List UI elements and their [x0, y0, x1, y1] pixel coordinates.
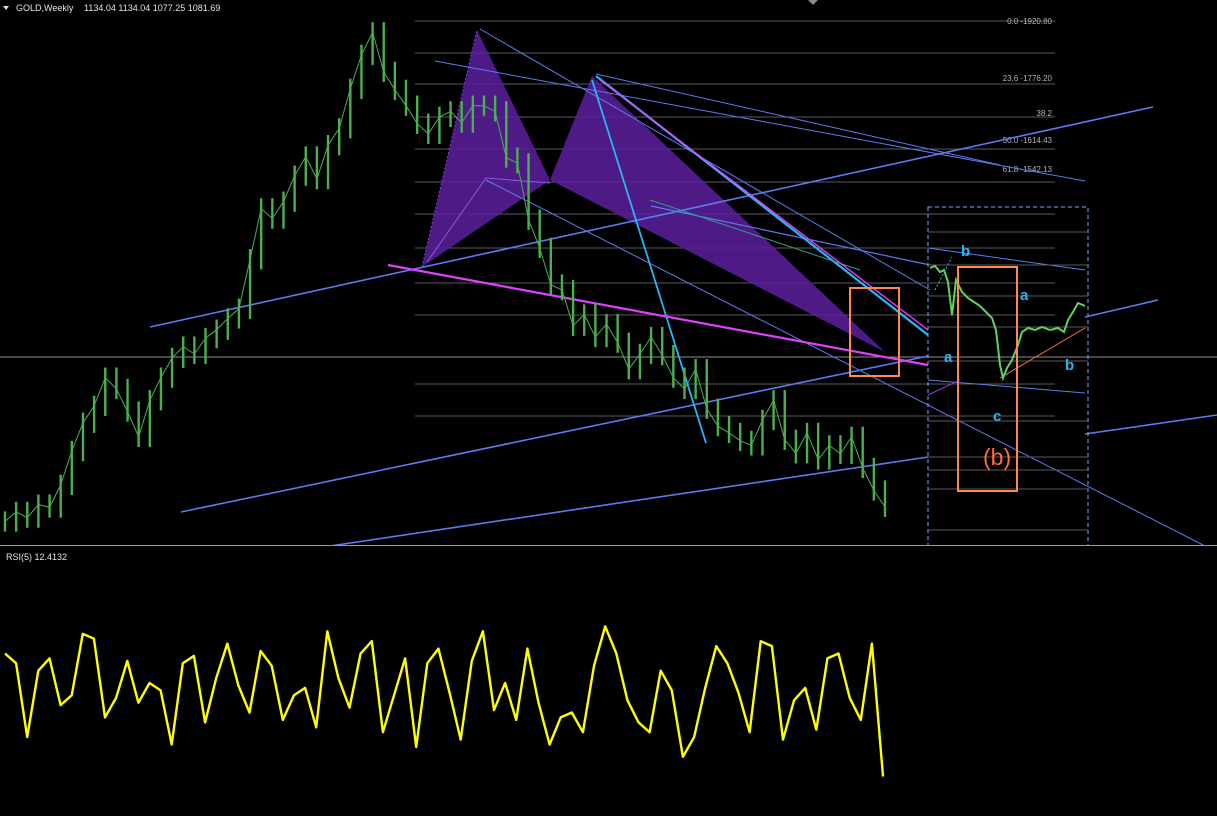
wave-label: a: [944, 349, 953, 366]
fib-level-label: 0.0 -1920.80: [1007, 17, 1052, 26]
ohlc-readout: 1134.04 1134.04 1077.25 1081.69: [84, 3, 220, 13]
rsi-label: RSI(5) 12.4132: [6, 552, 67, 562]
price-chart-pane[interactable]: GOLD,Weekly 1134.04 1134.04 1077.25 1081…: [0, 0, 1217, 546]
fib-level-label: 23.6 -1776.20: [1003, 74, 1053, 83]
wave-label: a: [1020, 287, 1029, 304]
trend-lines-blue: [149, 28, 1217, 546]
wave-label: b: [1065, 357, 1074, 374]
wave-label: c: [993, 408, 1001, 425]
symbol-label: GOLD,Weekly: [16, 3, 74, 13]
fib-level-label: 38.2: [1036, 109, 1052, 118]
wave-label-b-bracket: (b): [983, 444, 1011, 470]
projection-box: [927, 206, 1089, 546]
fib-level-label: 61.8 -1542.13: [1003, 165, 1053, 174]
harmonic-pattern: [421, 29, 885, 352]
rsi-indicator-pane[interactable]: RSI(5) 12.4132: [0, 548, 1217, 816]
scroll-marker-icon: [808, 0, 818, 5]
dropdown-triangle-icon[interactable]: [3, 6, 9, 10]
rsi-series: [4, 625, 885, 777]
wave-label: b: [961, 243, 970, 260]
fib-level-label: 50.0 -1614.43: [1003, 136, 1053, 145]
fib-level-labels: 0.0 -1920.80 23.6 -1776.20 38.2 50.0 -16…: [1003, 17, 1053, 174]
